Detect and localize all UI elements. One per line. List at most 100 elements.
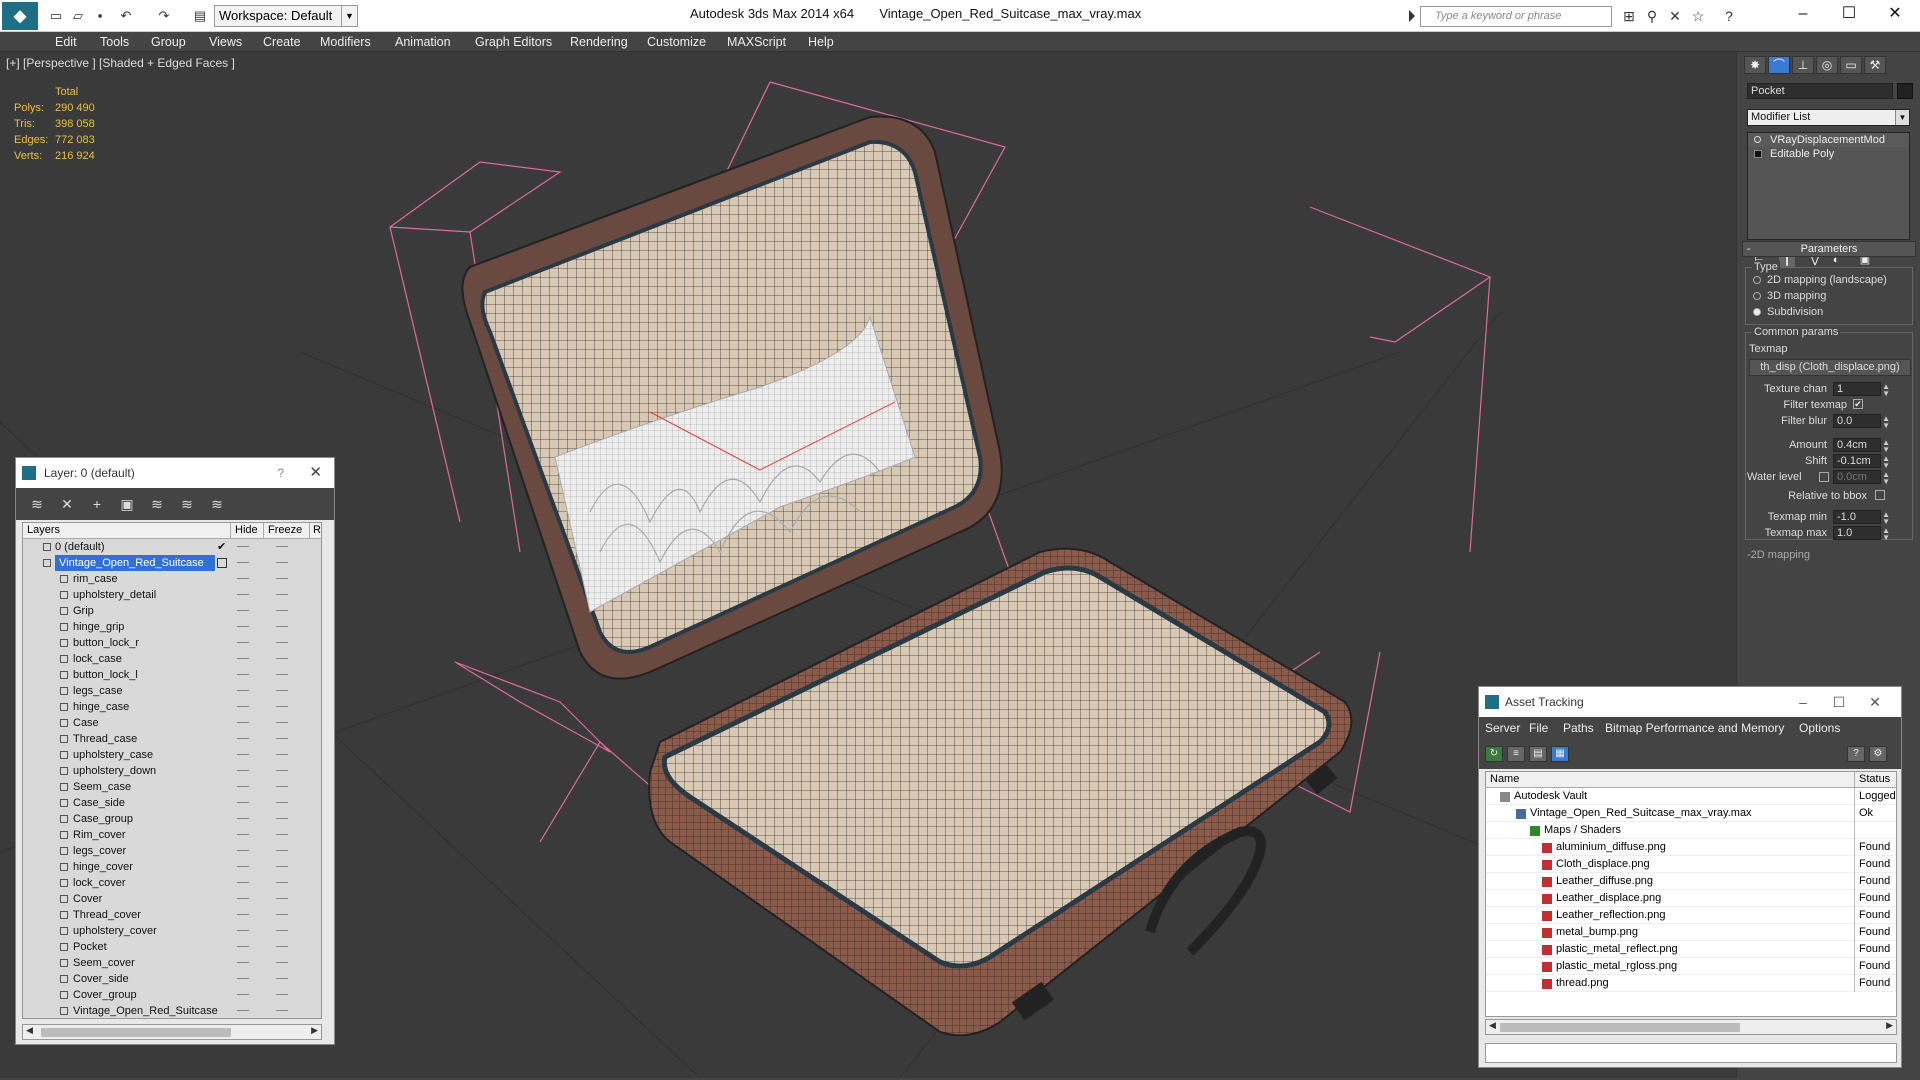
freeze-toggle[interactable] <box>276 690 288 691</box>
asset-row[interactable]: Leather_displace.png Found <box>1486 890 1896 907</box>
freeze-toggle[interactable] <box>276 706 288 707</box>
hide-toggle[interactable] <box>237 738 249 739</box>
amount-spinner[interactable]: 0.4cm ▲ ▼ <box>1833 438 1890 454</box>
hide-toggle[interactable] <box>237 818 249 819</box>
texmap-button[interactable]: th_disp (Cloth_displace.png) <box>1749 359 1911 376</box>
layer-row[interactable]: Grip <box>23 603 321 619</box>
layer-row[interactable]: Case <box>23 715 321 731</box>
parameters-rollout[interactable]: - Parameters <box>1742 241 1916 257</box>
freeze-toggle[interactable] <box>276 578 288 579</box>
menu-create[interactable]: Create <box>263 35 301 49</box>
play-arrow-icon[interactable] <box>1409 10 1417 22</box>
column-freeze[interactable]: Freeze <box>263 523 302 538</box>
add-to-layer-icon[interactable]: + <box>88 496 106 512</box>
hide-toggle[interactable] <box>237 722 249 723</box>
stack-item-displacement[interactable]: VRayDisplacementMod <box>1748 133 1909 147</box>
freeze-toggle[interactable] <box>276 770 288 771</box>
layer-dialog-header[interactable]: Layer: 0 (default) ? ✕ <box>16 458 334 488</box>
freeze-toggle[interactable] <box>276 610 288 611</box>
modifier-list-dropdown[interactable]: Modifier List ▼ <box>1747 109 1910 126</box>
close-icon[interactable]: ✕ <box>1861 687 1889 717</box>
layer-row[interactable]: button_lock_r <box>23 635 321 651</box>
layer-row[interactable]: legs_case <box>23 683 321 699</box>
hide-toggle[interactable] <box>237 706 249 707</box>
undo-icon[interactable]: ↶ <box>118 8 134 24</box>
asset-row[interactable]: plastic_metal_reflect.png Found <box>1486 941 1896 958</box>
object-name-field[interactable]: Pocket <box>1747 83 1893 99</box>
project-folder-icon[interactable]: ▤ <box>192 8 208 24</box>
texmap-min-spinner[interactable]: -1.0 ▲ ▼ <box>1833 510 1890 526</box>
hide-toggle[interactable] <box>237 962 249 963</box>
menu-edit[interactable]: Edit <box>55 35 77 49</box>
display-tab-icon[interactable]: ▭ <box>1840 56 1862 74</box>
grid-view-icon[interactable]: ▦ <box>1551 746 1569 762</box>
hide-toggle[interactable] <box>237 994 249 995</box>
scroll-thumb[interactable] <box>41 1028 231 1037</box>
create-tab-icon[interactable]: ✸ <box>1744 56 1766 74</box>
hide-toggle[interactable] <box>237 834 249 835</box>
hide-toggle[interactable] <box>237 786 249 787</box>
modify-tab-icon[interactable]: ⌒ <box>1768 56 1790 74</box>
expand-box-icon[interactable] <box>1754 150 1762 158</box>
menu-file[interactable]: File <box>1529 721 1548 735</box>
redo-icon[interactable]: ↷ <box>156 8 172 24</box>
asset-row[interactable]: Leather_diffuse.png Found <box>1486 873 1896 890</box>
menu-group[interactable]: Group <box>151 35 186 49</box>
communication-icon[interactable]: ✕ <box>1666 8 1684 24</box>
next-rollout-label[interactable]: -2D mapping <box>1747 548 1810 562</box>
menu-animation[interactable]: Animation <box>395 35 451 49</box>
asset-row[interactable]: Autodesk Vault Logged Out <box>1486 788 1896 805</box>
freeze-toggle[interactable] <box>276 642 288 643</box>
menu-modifiers[interactable]: Modifiers <box>320 35 371 49</box>
asset-row[interactable]: Vintage_Open_Red_Suitcase_max_vray.max Ok <box>1486 805 1896 822</box>
hide-toggle[interactable] <box>237 562 249 563</box>
freeze-toggle[interactable] <box>276 962 288 963</box>
highlight-layer-icon[interactable]: ≋ <box>148 496 166 512</box>
menu-server[interactable]: Server <box>1485 721 1520 735</box>
search-input[interactable]: Type a keyword or phrase <box>1420 6 1612 27</box>
freeze-toggle[interactable] <box>276 1010 288 1011</box>
hide-toggle[interactable] <box>237 866 249 867</box>
water-level-checkbox[interactable] <box>1819 472 1829 482</box>
minimize-button[interactable]: – <box>1780 0 1826 30</box>
freeze-toggle[interactable] <box>276 802 288 803</box>
freeze-toggle[interactable] <box>276 866 288 867</box>
layer-row-default[interactable]: 0 (default) ✔ <box>23 539 321 555</box>
menu-paths[interactable]: Paths <box>1563 721 1594 735</box>
viewport-label[interactable]: [+] [Perspective ] [Shaded + Edged Faces… <box>6 56 235 70</box>
column-layers[interactable]: Layers <box>27 523 60 538</box>
layer-row[interactable]: Pocket <box>23 939 321 955</box>
menu-options[interactable]: Options <box>1799 721 1840 735</box>
relative-bbox-checkbox[interactable] <box>1875 490 1885 500</box>
create-layer-icon[interactable]: ≋ <box>28 496 46 512</box>
scroll-left-icon[interactable]: ◀ <box>1489 1020 1496 1031</box>
menu-tools[interactable]: Tools <box>100 35 129 49</box>
layer-row[interactable]: Case_group <box>23 811 321 827</box>
hide-toggle[interactable] <box>237 578 249 579</box>
list-view-icon[interactable]: ≡ <box>1507 746 1525 762</box>
utilities-tab-icon[interactable]: ⚒ <box>1864 56 1886 74</box>
freeze-toggle[interactable] <box>276 994 288 995</box>
water-level-spinner[interactable]: 0.0cm ▲ ▼ <box>1833 470 1890 486</box>
hide-toggle[interactable] <box>237 642 249 643</box>
subscription-icon[interactable]: ⚲ <box>1643 8 1661 24</box>
layer-row[interactable]: Thread_case <box>23 731 321 747</box>
freeze-toggle[interactable] <box>276 786 288 787</box>
save-icon[interactable]: ▪ <box>92 8 108 24</box>
hierarchy-tab-icon[interactable]: ⊥ <box>1792 56 1814 74</box>
scroll-right-icon[interactable]: ▶ <box>1886 1020 1893 1031</box>
freeze-toggle[interactable] <box>276 818 288 819</box>
lightbulb-icon[interactable] <box>1754 136 1761 143</box>
refresh-icon[interactable]: ↻ <box>1485 746 1503 762</box>
hide-toggle[interactable] <box>237 1010 249 1011</box>
layer-row[interactable]: hinge_grip <box>23 619 321 635</box>
horizontal-scrollbar[interactable]: ◀ ▶ <box>1485 1019 1897 1035</box>
checkmark-icon[interactable]: ✔ <box>217 539 226 555</box>
hide-toggle[interactable] <box>237 770 249 771</box>
asset-row[interactable]: metal_bump.png Found <box>1486 924 1896 941</box>
shift-spinner[interactable]: -0.1cm ▲ ▼ <box>1833 454 1890 470</box>
layer-row[interactable]: upholstery_down <box>23 763 321 779</box>
app-logo-icon[interactable]: ◆ <box>2 2 38 30</box>
hide-toggle[interactable] <box>237 594 249 595</box>
freeze-toggle[interactable] <box>276 946 288 947</box>
